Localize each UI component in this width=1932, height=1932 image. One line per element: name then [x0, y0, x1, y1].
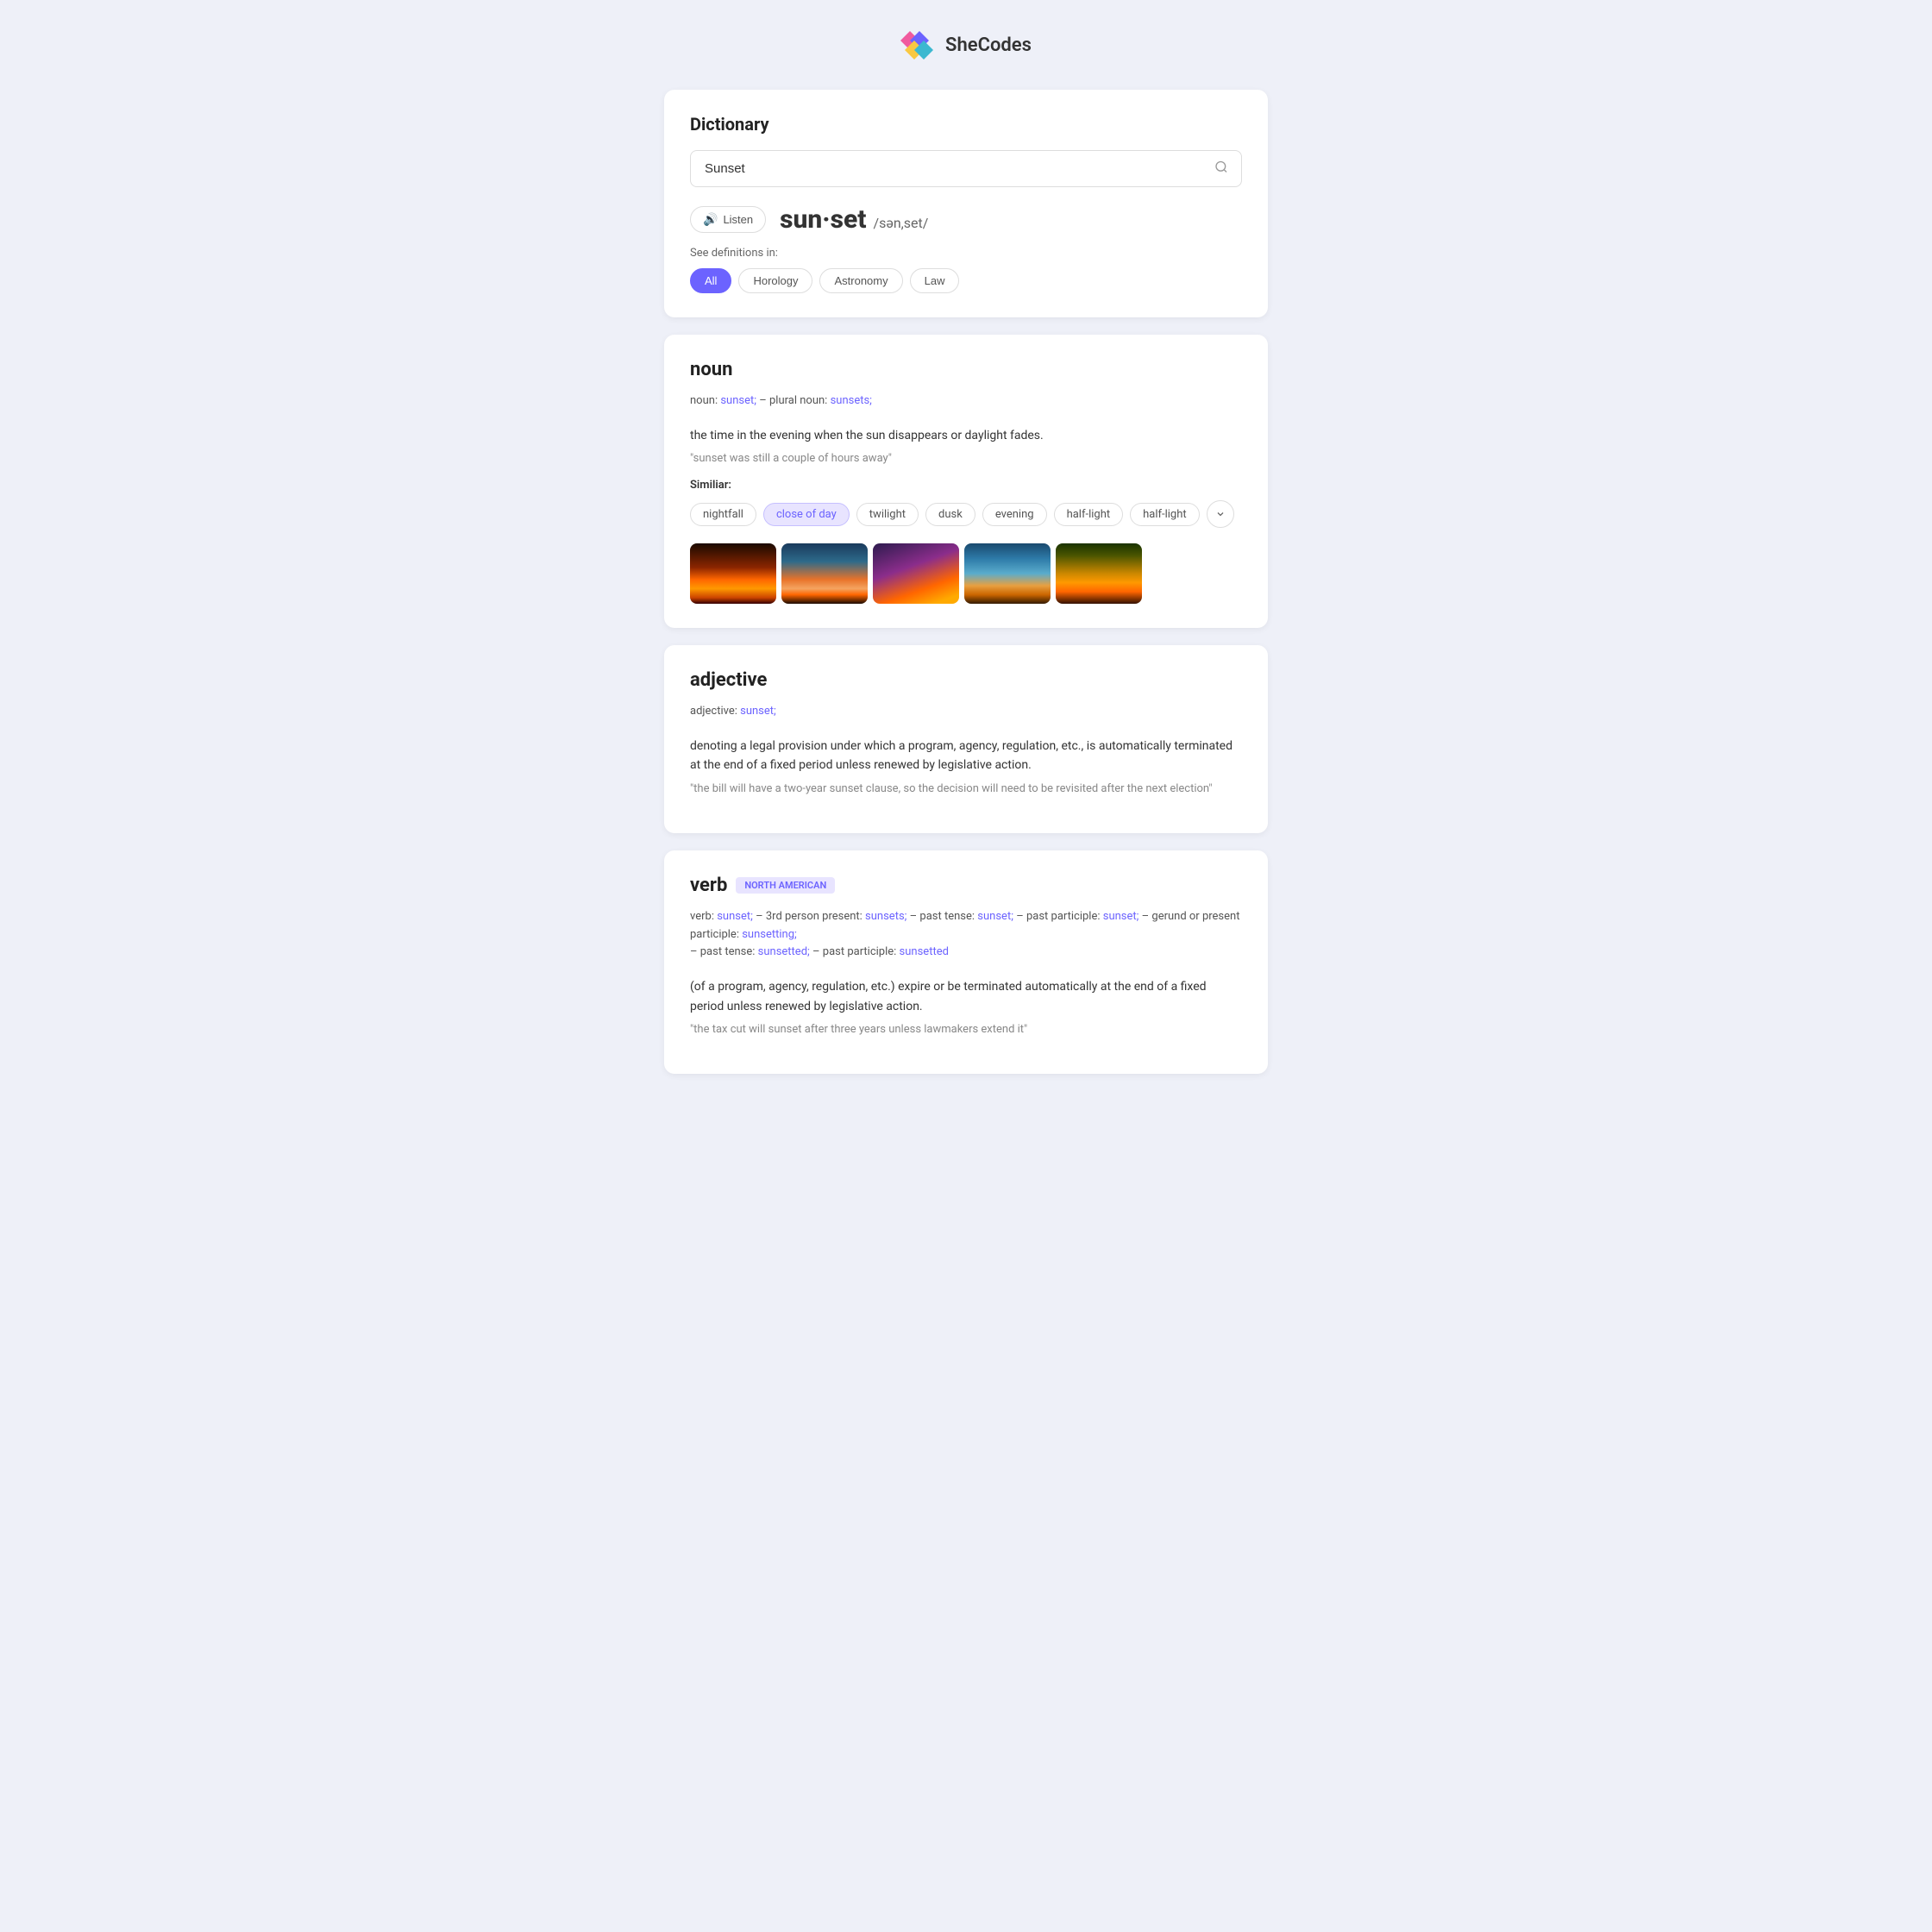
tag-nightfall[interactable]: nightfall: [690, 503, 756, 526]
noun-plural-link[interactable]: sunsets;: [831, 394, 872, 407]
adjective-definition: denoting a legal provision under which a…: [690, 737, 1242, 775]
verb-pp-link[interactable]: sunset;: [1103, 910, 1139, 923]
verb-definition: (of a program, agency, regulation, etc.)…: [690, 977, 1242, 1016]
similiar-tags: nightfall close of day twilight dusk eve…: [690, 500, 1242, 528]
word-display: sun·set /sən,set/: [780, 204, 928, 235]
verb-past-link[interactable]: sunset;: [977, 910, 1013, 923]
tag-twilight[interactable]: twilight: [856, 503, 919, 526]
listen-button[interactable]: 🔊 Listen: [690, 206, 766, 233]
tag-dusk[interactable]: dusk: [925, 503, 975, 526]
verb-3rd-link[interactable]: sunsets;: [865, 910, 906, 923]
sunset-image-4: [964, 543, 1051, 604]
tag-close-of-day[interactable]: close of day: [763, 503, 850, 526]
verb-example: "the tax cut will sunset after three yea…: [690, 1023, 1242, 1036]
north-american-badge: NORTH AMERICAN: [736, 877, 835, 894]
verb-pos: verb: [690, 875, 727, 896]
noun-form-link[interactable]: sunset;: [720, 394, 756, 407]
verb-ger-link[interactable]: sunsetting;: [742, 928, 797, 941]
category-astronomy[interactable]: Astronomy: [819, 268, 902, 293]
expand-tags-button[interactable]: [1207, 500, 1234, 528]
adjective-card: adjective adjective: sunset; denoting a …: [664, 645, 1268, 833]
verb-card: verb NORTH AMERICAN verb: sunset; – 3rd …: [664, 850, 1268, 1074]
main-content: Dictionary 🔊 Listen sun·set /sən,set/ Se…: [664, 90, 1268, 1074]
noun-forms: noun: sunset; – plural noun: sunsets;: [690, 392, 1242, 411]
adjective-example: "the bill will have a two-year sunset cl…: [690, 782, 1242, 795]
noun-card: noun noun: sunset; – plural noun: sunset…: [664, 335, 1268, 628]
noun-example: "sunset was still a couple of hours away…: [690, 452, 1242, 465]
logo: SheCodes: [900, 26, 1032, 64]
category-law[interactable]: Law: [910, 268, 960, 293]
speaker-icon: 🔊: [703, 212, 718, 227]
word-header: 🔊 Listen sun·set /sən,set/: [690, 204, 1242, 235]
tag-evening[interactable]: evening: [982, 503, 1047, 526]
category-buttons: All Horology Astronomy Law: [690, 268, 1242, 293]
logo-text: SheCodes: [945, 34, 1032, 56]
tag-half-light-2[interactable]: half-light: [1130, 503, 1200, 526]
noun-pos: noun: [690, 359, 1242, 380]
verb-pp2-link[interactable]: sunsetted: [900, 945, 949, 958]
search-wrapper: [690, 150, 1242, 187]
logo-icon: [900, 26, 938, 64]
word-phonetic: /sən,set/: [874, 215, 929, 231]
verb-past2-link[interactable]: sunsetted;: [758, 945, 810, 958]
search-icon: [1214, 160, 1228, 173]
verb-forms: verb: sunset; – 3rd person present: suns…: [690, 908, 1242, 962]
sunset-image-3: [873, 543, 959, 604]
search-input[interactable]: [690, 150, 1242, 187]
definitions-label: See definitions in:: [690, 247, 1242, 260]
similiar-label: Similiar:: [690, 479, 1242, 492]
sunset-image-1: [690, 543, 776, 604]
dictionary-title: Dictionary: [690, 114, 1242, 135]
adjective-form-link[interactable]: sunset;: [740, 705, 776, 718]
verb-form-link[interactable]: sunset;: [717, 910, 753, 923]
chevron-down-icon: [1215, 509, 1226, 519]
header: SheCodes: [17, 26, 1915, 64]
category-horology[interactable]: Horology: [738, 268, 812, 293]
search-button[interactable]: [1211, 156, 1232, 181]
adjective-pos: adjective: [690, 669, 1242, 691]
adjective-forms: adjective: sunset;: [690, 703, 1242, 721]
tag-half-light-1[interactable]: half-light: [1054, 503, 1124, 526]
search-card: Dictionary 🔊 Listen sun·set /sən,set/ Se…: [664, 90, 1268, 317]
sunset-images: [690, 543, 1242, 604]
sunset-image-5: [1056, 543, 1142, 604]
category-all[interactable]: All: [690, 268, 731, 293]
noun-definition: the time in the evening when the sun dis…: [690, 426, 1242, 445]
verb-header: verb NORTH AMERICAN: [690, 875, 1242, 896]
sunset-image-2: [781, 543, 868, 604]
